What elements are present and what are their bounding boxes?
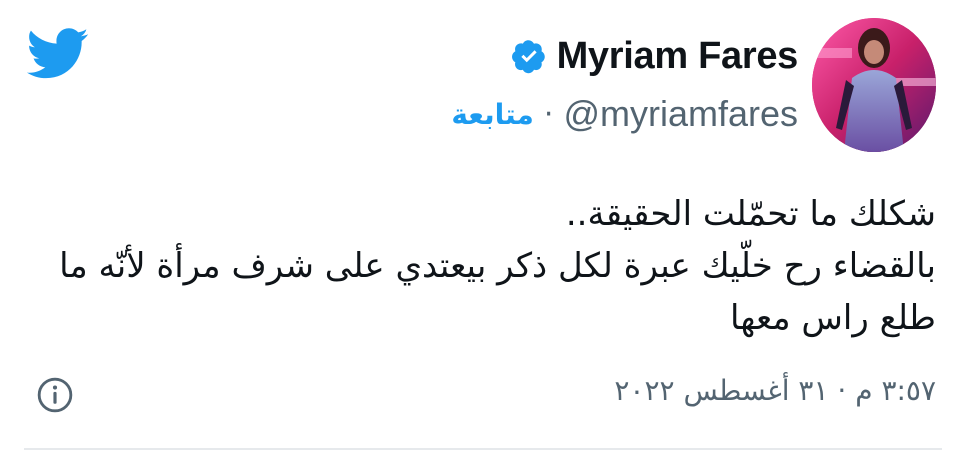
avatar[interactable]	[812, 18, 936, 152]
handle-row: متابعة · @myriamfares	[451, 88, 798, 140]
separator-dot: ·	[543, 96, 554, 132]
tweet-text: شكلك ما تحمّلت الحقيقة.. بالقضاء رح خلّي…	[36, 188, 936, 344]
author-block: Myriam Fares متابعة · @myriamfares	[451, 30, 798, 140]
twitter-bird-icon[interactable]	[26, 28, 90, 80]
follow-button[interactable]: متابعة	[451, 98, 534, 131]
info-icon[interactable]	[36, 376, 74, 414]
tweet-timestamp[interactable]: ٣:٥٧ م · ٣١ أغسطس ٢٠٢٢	[614, 374, 936, 407]
tweet-line: شكلك ما تحمّلت الحقيقة..	[565, 194, 936, 234]
avatar-image	[812, 18, 936, 152]
divider	[24, 448, 942, 450]
name-row: Myriam Fares	[451, 30, 798, 82]
verified-badge-icon	[511, 40, 545, 74]
tweet-line: بالقضاء رح خلّيك عبرة لكل ذكر بيعتدي على…	[59, 246, 936, 286]
user-handle[interactable]: @myriamfares	[563, 93, 798, 135]
tweet-card: Myriam Fares متابعة · @myriamfares شكلك …	[0, 0, 966, 462]
tweet-line: طلع راس معها	[729, 298, 936, 338]
display-name[interactable]: Myriam Fares	[557, 35, 799, 78]
